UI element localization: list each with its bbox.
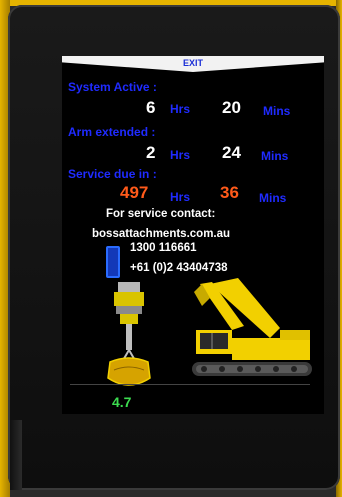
arm-extended-mins-unit: Mins (261, 149, 289, 163)
arm-extended-hours: 2 (146, 143, 156, 162)
system-active-mins: 20 (222, 98, 241, 117)
phone-icon (106, 246, 120, 278)
service-website: bossattachments.com.au (92, 228, 231, 240)
display-screen: EXIT System Active : 6 Hrs 20 Mins Arm e… (62, 56, 324, 414)
baseline-divider (70, 384, 310, 385)
arm-extended-label: Arm extended : (68, 125, 156, 139)
excavator-illustration (107, 278, 312, 386)
exit-label[interactable]: EXIT (62, 58, 324, 68)
service-phone-primary: 1300 116661 (130, 242, 197, 254)
tilt-rotator-icon (114, 282, 144, 363)
service-due-hours: 497 (120, 183, 149, 202)
sensor-reading: 4.7 (112, 394, 132, 410)
service-due-hours-unit: Hrs (170, 190, 191, 204)
system-active-label: System Active : (68, 80, 157, 94)
service-due-mins: 36 (220, 183, 239, 202)
system-active-mins-unit: Mins (263, 104, 291, 118)
service-contact-heading: For service contact: (106, 208, 216, 220)
grab-bucket-icon (107, 357, 151, 386)
arm-extended-mins: 24 (222, 143, 241, 162)
service-phone-secondary: +61 (0)2 43404738 (130, 262, 228, 274)
arm-extended-hours-unit: Hrs (170, 148, 191, 162)
excavator-icon (192, 278, 312, 376)
service-due-mins-unit: Mins (259, 191, 287, 205)
system-active-hours-unit: Hrs (170, 102, 191, 116)
device-left-handle (10, 420, 22, 490)
service-due-label: Service due in : (68, 167, 157, 181)
system-active-hours: 6 (146, 98, 156, 117)
